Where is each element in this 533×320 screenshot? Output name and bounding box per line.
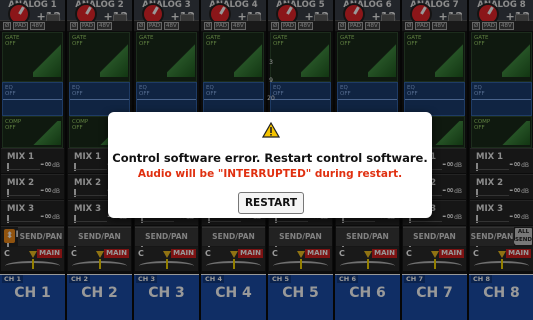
error-dialog: Control software error. Restart control … [108,112,432,218]
restart-button[interactable]: RESTART [238,192,304,214]
warning-icon [262,122,280,138]
interruption-warning: Audio will be "INTERRUPTED" during resta… [137,168,403,180]
error-message: Control software error. Restart control … [112,151,428,165]
